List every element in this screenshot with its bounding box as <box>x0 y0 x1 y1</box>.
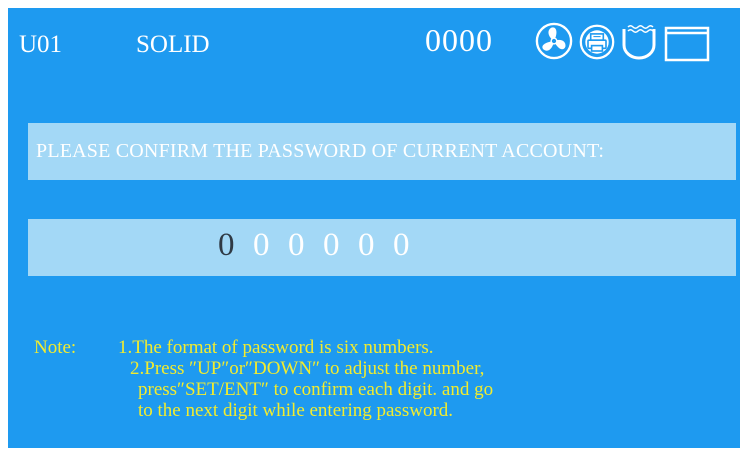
password-digit-2[interactable]: 0 <box>253 229 270 262</box>
mode-label: SOLID <box>136 31 210 58</box>
password-field[interactable]: 0 0 0 0 0 0 <box>28 219 736 276</box>
password-confirm-screen: U01 SOLID 0000 PLEASE CONFIRM THE PASSWO… <box>8 8 740 448</box>
note-line-1: 1.The format of password is six numbers. <box>118 337 434 358</box>
counter-display: 0000 <box>425 22 493 58</box>
password-note: Note: 1.The format of password is six nu… <box>8 333 740 443</box>
user-code: U01 <box>19 31 63 58</box>
password-digit-4[interactable]: 0 <box>323 229 340 262</box>
password-digit-6[interactable]: 0 <box>393 229 410 262</box>
password-digit-5[interactable]: 0 <box>358 229 375 262</box>
window-icon <box>664 26 710 62</box>
note-label: Note: <box>34 337 77 358</box>
fan-icon <box>535 22 573 60</box>
bath-icon <box>622 25 656 60</box>
password-digit-1[interactable]: 0 <box>218 229 235 262</box>
prompt-text: PLEASE CONFIRM THE PASSWORD OF CURRENT A… <box>36 140 605 162</box>
note-line-3: press″SET/ENT″ to confirm each digit. an… <box>138 379 494 400</box>
status-header: U01 SOLID 0000 <box>8 8 740 70</box>
note-line-2: 2.Press ″UP″or″DOWN″ to adjust the numbe… <box>130 358 485 379</box>
printer-icon <box>579 24 615 60</box>
password-digit-3[interactable]: 0 <box>288 229 305 262</box>
prompt-banner: PLEASE CONFIRM THE PASSWORD OF CURRENT A… <box>28 123 736 180</box>
note-line-4: to the next digit while entering passwor… <box>138 400 454 421</box>
